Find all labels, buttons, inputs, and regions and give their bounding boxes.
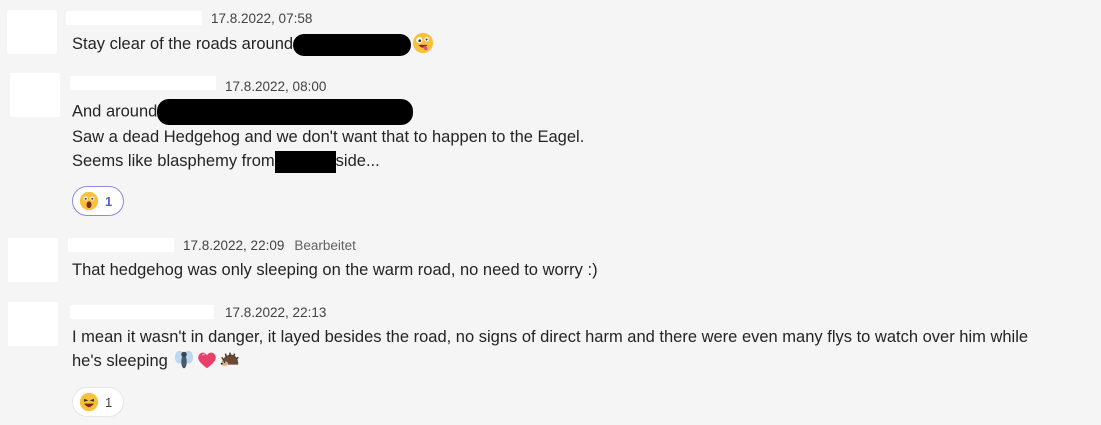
redaction-block (274, 150, 336, 173)
sender-name-redacted (70, 305, 214, 319)
message-timestamp: 17.8.2022, 22:09 Bearbeitet (183, 238, 356, 253)
message-2[interactable]: 17.8.2022, 08:00 And around Saw a dead H… (0, 70, 1101, 230)
message-4[interactable]: 17.8.2022, 22:13 I mean it wasn't in dan… (0, 290, 1101, 425)
avatar[interactable] (10, 73, 60, 117)
text-segment: side... (335, 152, 380, 170)
message-text-line: I mean it wasn't in danger, it layed bes… (72, 325, 1028, 349)
message-text-line: That hedgehog was only sleeping on the w… (72, 258, 598, 282)
text-segment: he's sleeping (72, 352, 168, 370)
text-segment: That hedgehog was only sleeping on the w… (72, 261, 598, 279)
avatar[interactable] (7, 10, 57, 54)
message-timestamp: 17.8.2022, 22:13 (225, 305, 326, 320)
avatar[interactable] (8, 302, 58, 346)
edited-label: Bearbeitet (294, 238, 356, 253)
message-1[interactable]: 17.8.2022, 07:58 Stay clear of the roads… (0, 0, 1101, 70)
message-text-line: And around (72, 99, 414, 125)
redaction-block (293, 33, 412, 56)
avatar[interactable] (8, 238, 58, 282)
message-text-line: Stay clear of the roads around (72, 32, 434, 56)
sender-name-redacted (70, 76, 216, 90)
message-text-line: he's sleeping (72, 349, 241, 373)
hedgehog-icon (221, 352, 240, 366)
message-text-line: Seems like blasphemy from side... (72, 149, 380, 173)
message-timestamp: 17.8.2022, 07:58 (211, 11, 312, 26)
text-segment: Saw a dead Hedgehog and we don't want th… (72, 128, 585, 146)
sender-name-redacted (66, 11, 202, 25)
redaction-block (157, 99, 414, 125)
message-timestamp: 17.8.2022, 08:00 (225, 79, 326, 94)
sender-name-redacted (68, 238, 174, 252)
text-segment: And around (72, 102, 158, 121)
timestamp: 17.8.2022, 07:58 (211, 11, 313, 26)
reaction-pill[interactable]: 1 (72, 387, 124, 417)
surprised-face-icon (79, 191, 99, 211)
zany-face-icon (412, 32, 434, 54)
timestamp: 17.8.2022, 08:00 (225, 79, 327, 94)
timestamp: 17.8.2022, 22:09 (183, 238, 285, 253)
laughing-face-icon (79, 392, 99, 412)
fly-icon (175, 350, 194, 369)
heart-icon (198, 352, 217, 369)
reaction-count: 1 (105, 394, 113, 410)
message-3[interactable]: 17.8.2022, 22:09 Bearbeitet That hedgehog… (0, 230, 1101, 290)
reaction-count: 1 (105, 193, 113, 209)
text-segment: Stay clear of the roads around (72, 35, 294, 53)
text-segment: Seems like blasphemy from (72, 152, 275, 170)
text-segment: I mean it wasn't in danger, it layed bes… (72, 328, 1029, 346)
reaction-pill[interactable]: 1 (72, 186, 124, 216)
message-text-line: Saw a dead Hedgehog and we don't want th… (72, 125, 584, 149)
timestamp: 17.8.2022, 22:13 (225, 305, 327, 320)
